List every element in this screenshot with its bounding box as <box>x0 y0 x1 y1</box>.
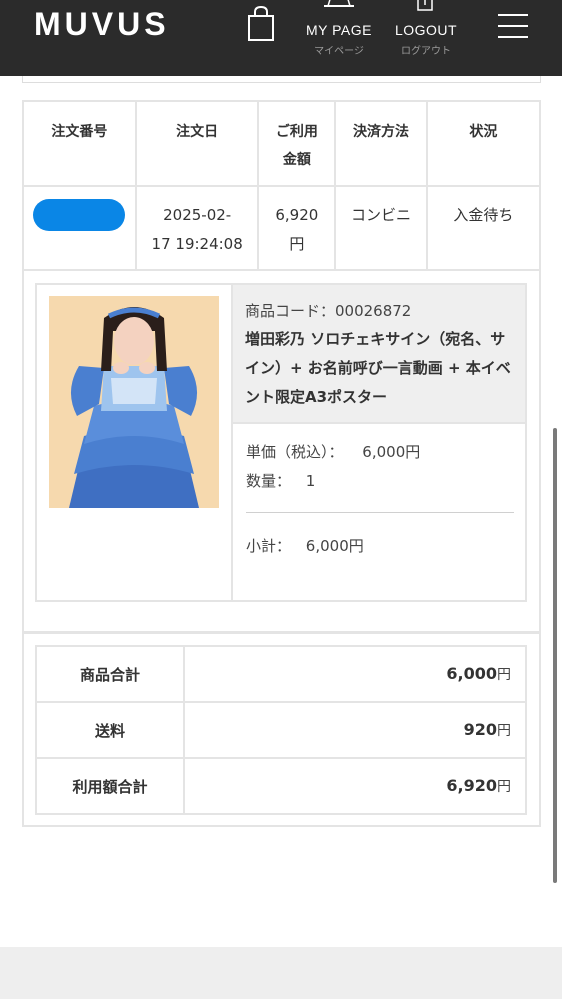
shipping-label: 送料 <box>35 701 185 759</box>
mypage-link[interactable]: MY PAGE マイページ <box>301 22 377 57</box>
order-amount-header-line1: ご利用 <box>275 124 318 140</box>
hamburger-menu-icon[interactable] <box>498 14 528 38</box>
order-amount-value: 6,920 <box>275 206 319 224</box>
mypage-label: MY PAGE <box>305 22 372 38</box>
product-info-header: 商品コード：00026872 増田彩乃 ソロチェキサイン（宛名、サイン）+ お名… <box>233 285 525 424</box>
subtotal-value: 6,000円 <box>305 537 364 555</box>
payment-method-header: 決済方法 <box>334 100 428 187</box>
mypage-icon[interactable] <box>322 0 356 8</box>
quantity-label: 数量： <box>246 472 292 490</box>
items-total-cell: 6,000円 <box>183 645 527 703</box>
order-table: 注文番号 注文日 ご利用 金額 決済方法 状況 2025-02- 17 19:2… <box>22 100 542 271</box>
status-cell: 入金待ち <box>425 185 542 271</box>
shopping-bag-icon[interactable] <box>246 6 276 42</box>
logout-link[interactable]: LOGOUT ログアウト <box>390 22 462 57</box>
order-row: 2025-02- 17 19:24:08 6,920 円 コンビニ 入金待ち <box>22 185 542 271</box>
totals-table: 商品合計 6,000円 送料 920円 利用額合計 6,920円 <box>35 645 527 815</box>
shipping-unit: 円 <box>497 723 511 739</box>
logout-sublabel: ログアウト <box>401 46 451 57</box>
grand-total-label: 利用額合計 <box>35 757 185 815</box>
vertical-scrollbar[interactable] <box>553 428 557 883</box>
subtotal-label: 小計： <box>246 537 292 555</box>
site-header: MUVUS MY PAGE マイページ LOGOUT ログアウト <box>0 0 562 76</box>
unit-price-value: 6,000円 <box>362 443 421 461</box>
site-logo[interactable]: MUVUS <box>34 6 170 43</box>
status-header: 状況 <box>425 100 542 187</box>
items-total-label: 商品合計 <box>35 645 185 703</box>
order-amount-cell: 6,920 円 <box>257 185 337 271</box>
logout-icon[interactable] <box>416 0 434 12</box>
previous-section-border <box>22 76 541 83</box>
logout-label: LOGOUT <box>394 22 458 38</box>
order-date-line1: 2025-02- <box>163 206 232 224</box>
grand-total-value: 6,920 <box>446 776 497 795</box>
order-number-header: 注文番号 <box>22 100 137 187</box>
order-amount-unit: 円 <box>289 235 305 253</box>
totals-row-items: 商品合計 6,000円 <box>35 645 527 703</box>
totals-row-shipping: 送料 920円 <box>35 701 527 759</box>
product-image <box>49 296 219 508</box>
unit-price-row: 単価（税込）： 6,000円 <box>246 441 420 462</box>
product-name: 増田彩乃 ソロチェキサイン（宛名、サイン）+ お名前呼び一言動画 + 本イベント… <box>245 330 511 406</box>
grand-total-unit: 円 <box>497 779 511 795</box>
payment-method-cell: コンビニ <box>334 185 428 271</box>
order-date-header: 注文日 <box>134 100 260 187</box>
items-total-unit: 円 <box>497 667 511 683</box>
order-amount-header: ご利用 金額 <box>257 100 337 187</box>
order-amount-header-line2: 金額 <box>282 152 311 168</box>
subtotal-row: 小計： 6,000円 <box>246 535 364 556</box>
order-number-cell <box>22 185 137 271</box>
mypage-sublabel: マイページ <box>314 46 364 57</box>
quantity-value: 1 <box>305 472 316 490</box>
order-date-line2: 17 19:24:08 <box>151 235 243 253</box>
order-header-row: 注文番号 注文日 ご利用 金額 決済方法 状況 <box>22 100 542 187</box>
page-footer <box>0 947 562 999</box>
product-code: 商品コード：00026872 <box>245 302 412 320</box>
items-total-value: 6,000 <box>446 664 497 683</box>
grand-total-cell: 6,920円 <box>183 757 527 815</box>
totals-row-grand: 利用額合計 6,920円 <box>35 757 527 815</box>
order-date-cell: 2025-02- 17 19:24:08 <box>134 185 260 271</box>
redacted-order-number <box>33 199 126 231</box>
unit-price-label: 単価（税込）： <box>246 443 344 461</box>
shipping-value: 920 <box>463 720 497 739</box>
shipping-cell: 920円 <box>183 701 527 759</box>
quantity-row: 数量： 1 <box>246 470 315 491</box>
price-separator <box>246 512 514 513</box>
